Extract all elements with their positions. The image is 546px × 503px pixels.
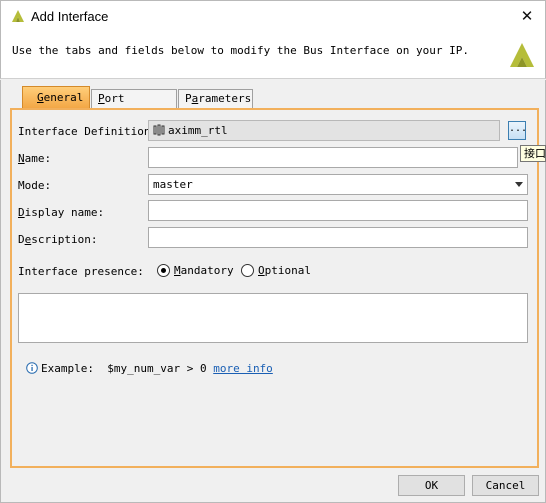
description-input[interactable] — [148, 227, 528, 248]
mode-value: master — [153, 178, 193, 191]
label-mnemonic: D — [18, 206, 25, 219]
label-text: isplay name: — [24, 206, 105, 219]
interface-definition-field: aximm_rtl — [148, 120, 500, 141]
close-button[interactable]: ✕ — [517, 6, 537, 26]
tab-parameters[interactable]: Parameters — [178, 89, 253, 109]
label-text: D — [18, 233, 25, 246]
vivado-logo-icon — [12, 10, 24, 22]
radio-label: ptional — [264, 264, 311, 277]
radio-label: andatory — [180, 264, 234, 277]
dialog-banner: Use the tabs and fields below to modify … — [0, 31, 546, 79]
radio-optional[interactable]: Optional — [241, 264, 311, 278]
tab-port-mapping[interactable]: Port Mapping — [91, 89, 177, 123]
example-prefix: Example: — [41, 362, 94, 375]
radio-mnemonic: O — [258, 264, 265, 277]
radio-mnemonic: M — [174, 264, 181, 277]
label-text: scription: — [31, 233, 98, 246]
display-name-input[interactable] — [148, 200, 528, 221]
ok-button[interactable]: OK — [398, 475, 465, 496]
vivado-logo-icon — [510, 43, 534, 67]
display-name-label: Display name: — [18, 206, 104, 219]
radio-checked-icon — [157, 264, 170, 277]
close-icon: ✕ — [520, 7, 534, 25]
name-input[interactable] — [148, 147, 518, 168]
cancel-button[interactable]: Cancel — [472, 475, 539, 496]
title-bar: Add Interface ✕ — [0, 0, 546, 31]
mode-select[interactable]: master — [148, 174, 528, 195]
more-info-link[interactable]: more info — [213, 362, 273, 375]
interface-presence-label: Interface presence: — [18, 265, 144, 278]
radio-unchecked-icon — [241, 264, 254, 277]
tab-label: rameters — [198, 92, 252, 105]
example-hint: Example: $my_num_var > 0 more info — [26, 362, 273, 376]
condition-expression-input[interactable] — [18, 293, 528, 343]
description-label: Description: — [18, 233, 97, 246]
browse-tooltip: 接口 — [520, 145, 546, 162]
tab-general[interactable]: General — [22, 86, 90, 109]
banner-description: Use the tabs and fields below to modify … — [12, 44, 469, 57]
chevron-down-icon — [515, 182, 523, 187]
interface-definition-value: aximm_rtl — [168, 124, 228, 137]
browse-interface-button[interactable]: ... — [508, 121, 527, 140]
window-title: Add Interface — [31, 9, 109, 24]
tab-label: eneral — [43, 91, 84, 104]
tab-label-mnemonic: P — [98, 92, 105, 105]
label-mnemonic: N — [18, 152, 25, 165]
info-icon — [26, 362, 38, 374]
label-text: ame: — [24, 152, 52, 165]
example-expression: $my_num_var > 0 — [107, 362, 207, 375]
tab-label: P — [185, 92, 192, 105]
tab-label-mnemonic: G — [37, 91, 44, 104]
mode-label: Mode: — [18, 179, 52, 192]
radio-mandatory[interactable]: Mandatory — [157, 264, 234, 278]
name-label: Name: — [18, 152, 51, 165]
bus-interface-icon — [153, 124, 165, 136]
interface-definition-label: Interface Definition: — [18, 125, 158, 138]
